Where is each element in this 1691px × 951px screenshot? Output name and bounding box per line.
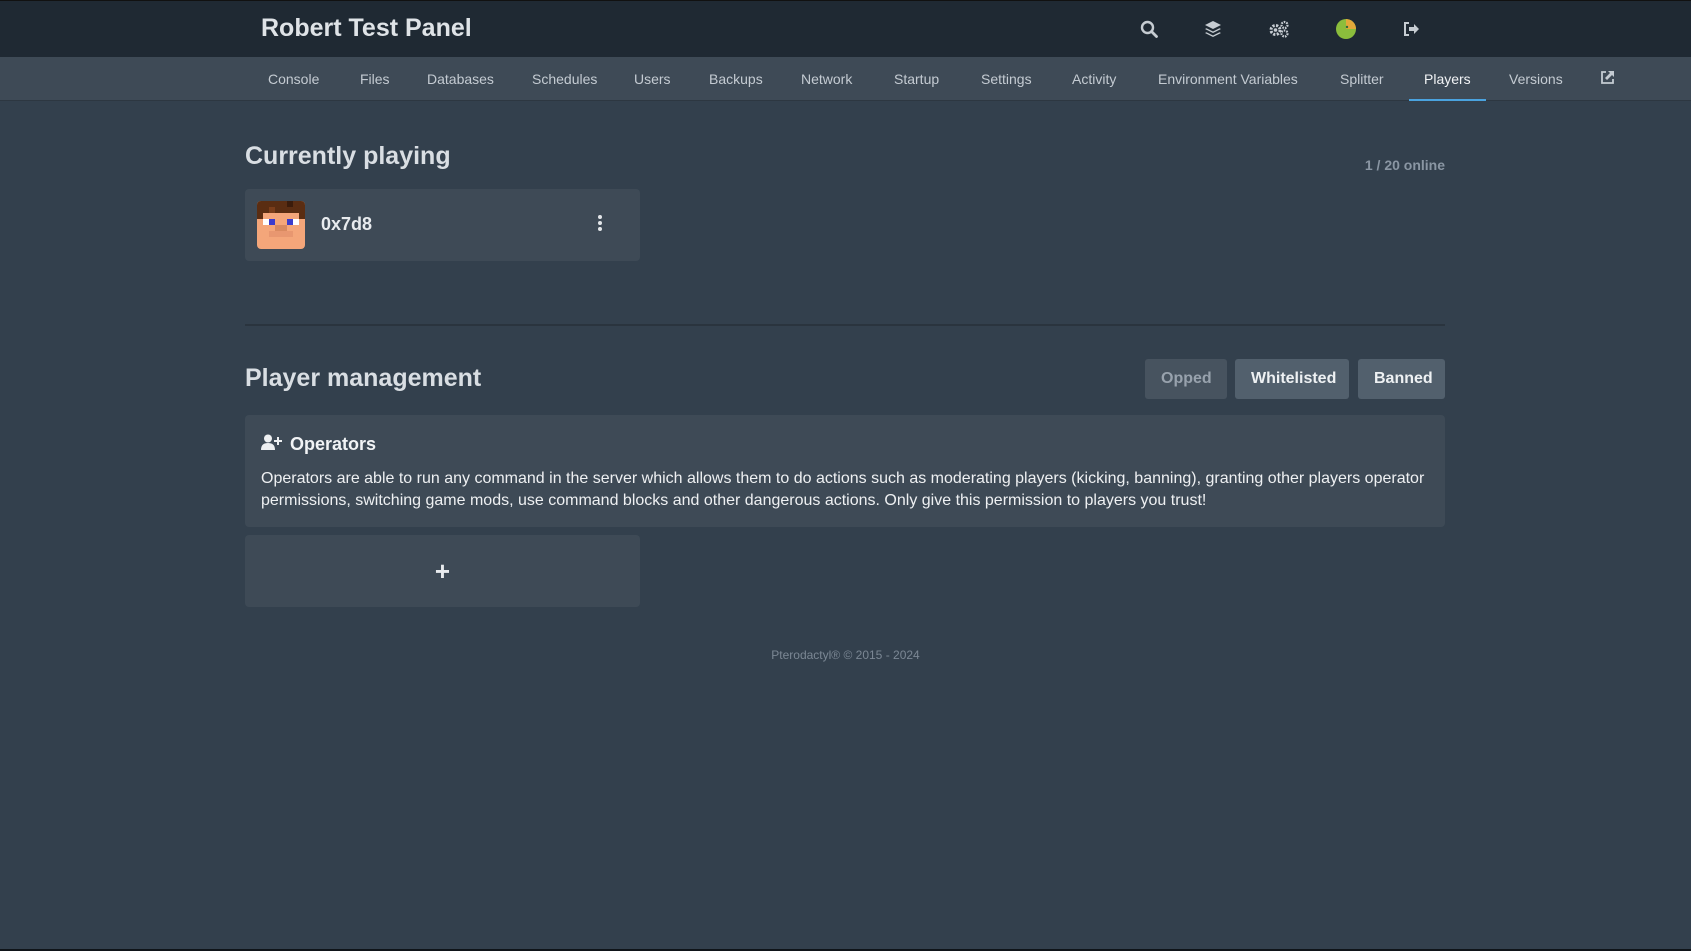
tab-versions[interactable]: Versions [1494, 57, 1578, 101]
footer-copyright: Pterodactyl® © 2015 - 2024 [771, 648, 920, 662]
tab-files[interactable]: Files [345, 57, 405, 101]
tab-settings[interactable]: Settings [966, 57, 1047, 101]
tab-players[interactable]: Players [1409, 57, 1486, 101]
avatar-icon[interactable] [1332, 15, 1360, 43]
tab-splitter[interactable]: Splitter [1325, 57, 1399, 101]
tab-startup[interactable]: Startup [879, 57, 954, 101]
cogs-icon[interactable] [1265, 15, 1293, 43]
player-menu-icon[interactable] [595, 213, 605, 237]
external-link-icon[interactable] [1600, 70, 1615, 90]
tab-console[interactable]: Console [253, 57, 334, 101]
banned-filter-button[interactable]: Banned [1358, 359, 1445, 399]
operators-heading: Operators [290, 434, 377, 454]
currently-playing-title: Currently playing [245, 142, 451, 170]
layers-icon[interactable] [1199, 15, 1227, 43]
player-management-title: Player management [245, 364, 482, 392]
tab-backups[interactable]: Backups [694, 57, 778, 101]
tab-schedules[interactable]: Schedules [517, 57, 612, 101]
panel-title[interactable]: Robert Test Panel [261, 14, 472, 43]
operators-info-panel: Operators Operators are able to run any … [245, 415, 1445, 527]
opped-filter-button[interactable]: Opped [1145, 359, 1227, 399]
online-count: 1 / 20 online [1364, 157, 1445, 173]
tab-activity[interactable]: Activity [1057, 57, 1131, 101]
player-avatar [257, 201, 305, 249]
search-icon[interactable] [1135, 15, 1163, 43]
operators-description: Operators are able to run any command in… [261, 470, 1425, 509]
tab-users[interactable]: Users [619, 57, 686, 101]
sign-out-icon[interactable] [1398, 15, 1426, 43]
add-operator-button[interactable]: + [245, 535, 640, 607]
player-name: 0x7d8 [321, 214, 373, 234]
user-plus-icon [261, 434, 282, 455]
whitelisted-filter-button[interactable]: Whitelisted [1235, 359, 1349, 399]
top-navbar: Robert Test Panel [0, 0, 1691, 57]
tab-network[interactable]: Network [786, 57, 867, 101]
tab-environment-variables[interactable]: Environment Variables [1143, 57, 1313, 101]
player-card[interactable]: 0x7d8 [245, 189, 640, 261]
section-divider [245, 324, 1445, 326]
tab-databases[interactable]: Databases [412, 57, 509, 101]
server-subnav: Console Files Databases Schedules Users … [0, 57, 1691, 101]
